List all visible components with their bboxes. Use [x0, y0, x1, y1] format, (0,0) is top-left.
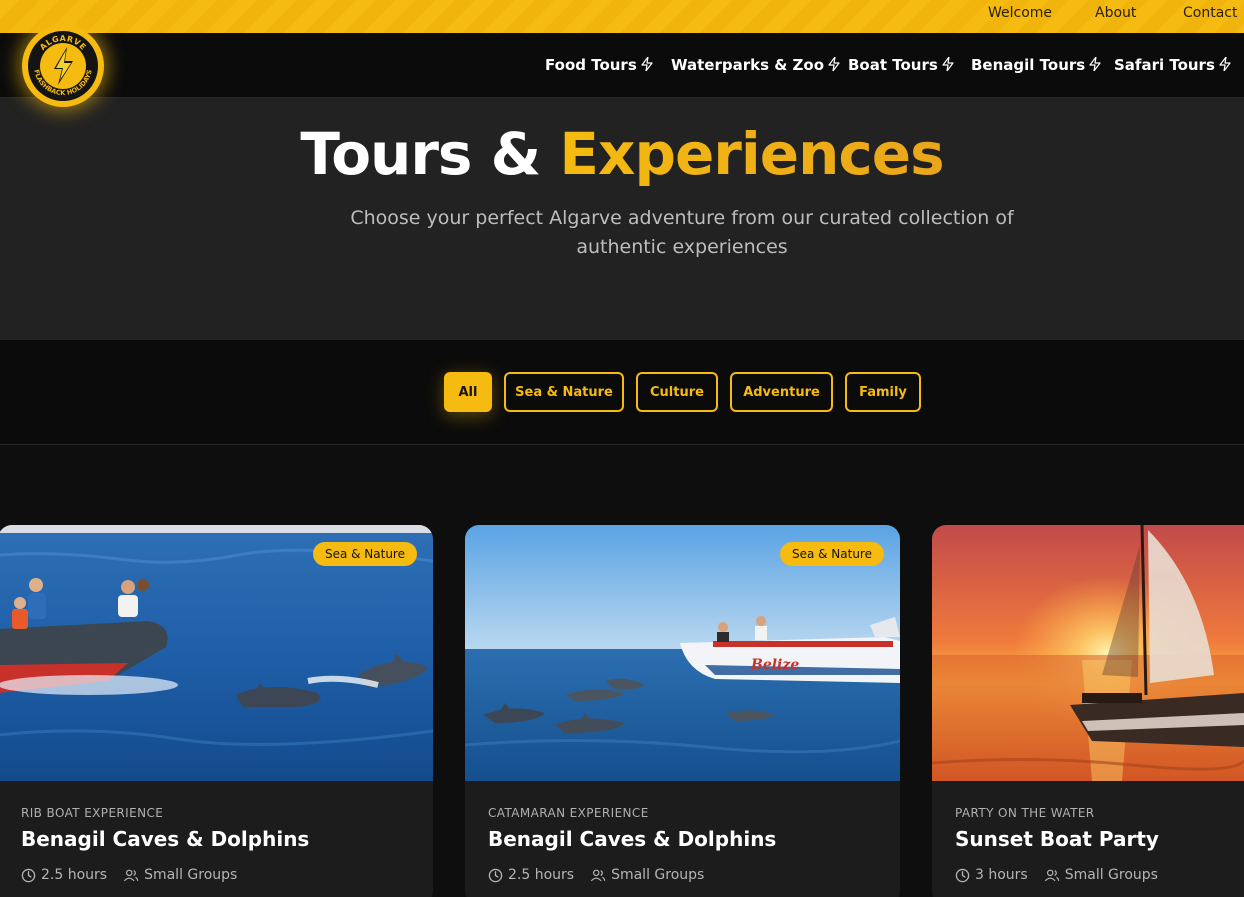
nav-item-label: Benagil Tours — [971, 56, 1086, 74]
top-utility-bar: Welcome About Contact — [0, 0, 1244, 33]
filter-culture-button[interactable]: Culture — [636, 372, 718, 412]
tour-meta: 2.5 hours Small Groups — [488, 867, 720, 883]
category-badge: Sea & Nature — [779, 542, 884, 566]
filter-sea-nature-button[interactable]: Sea & Nature — [504, 372, 624, 412]
nav-item-safari-tours[interactable]: Safari Tours — [1114, 56, 1231, 75]
tour-title: Sunset Boat Party — [955, 827, 1159, 851]
page-title-plain: Tours & — [300, 120, 560, 188]
svg-text:Belize: Belize — [750, 657, 799, 673]
filter-adventure-button[interactable]: Adventure — [730, 372, 833, 412]
tour-kicker: CATAMARAN EXPERIENCE — [488, 806, 649, 820]
group-size: Small Groups — [590, 867, 704, 883]
nav-item-label: Safari Tours — [1114, 56, 1215, 74]
bolt-icon — [942, 56, 954, 75]
bolt-icon — [828, 56, 840, 75]
group-size-text: Small Groups — [611, 867, 705, 883]
bolt-icon — [1219, 56, 1231, 75]
nav-item-label: Boat Tours — [848, 56, 938, 74]
users-icon — [590, 869, 606, 881]
group-size: Small Groups — [1044, 867, 1158, 883]
nav-item-label: Waterparks & Zoo — [671, 56, 825, 74]
tour-kicker: PARTY ON THE WATER — [955, 806, 1095, 820]
filter-family-button[interactable]: Family — [845, 372, 921, 412]
bolt-icon — [1089, 56, 1101, 75]
tour-meta: 3 hours Small Groups — [955, 867, 1174, 883]
welcome-link[interactable]: Welcome — [988, 5, 1052, 21]
tour-kicker: RIB BOAT EXPERIENCE — [21, 806, 164, 820]
duration-text: 3 hours — [975, 867, 1028, 883]
bolt-icon — [641, 56, 653, 75]
clock-icon — [21, 868, 36, 882]
contact-link[interactable]: Contact — [1183, 5, 1237, 21]
tour-card[interactable]: Belize Sea & Nature CATAMARAN EXPERIENCE… — [465, 525, 900, 897]
hero-section: Tours & Experiences Choose your perfect … — [0, 98, 1244, 340]
clock-icon — [488, 868, 503, 882]
nav-item-waterparks-zoo[interactable]: Waterparks & Zoo — [671, 56, 840, 75]
tour-card[interactable]: PARTY ON THE WATER Sunset Boat Party 3 h… — [932, 525, 1244, 897]
about-link[interactable]: About — [1095, 5, 1136, 21]
duration: 3 hours — [955, 867, 1028, 883]
group-size-text: Small Groups — [1064, 867, 1158, 883]
duration-text: 2.5 hours — [508, 867, 575, 883]
filter-all-button[interactable]: All — [444, 372, 492, 412]
tour-title: Benagil Caves & Dolphins — [488, 827, 777, 851]
users-icon — [1044, 869, 1059, 881]
duration-text: 2.5 hours — [41, 867, 108, 883]
category-badge: Sea & Nature — [312, 542, 417, 566]
hero-subtitle: Choose your perfect Algarve adventure fr… — [350, 207, 1014, 258]
tour-meta: 2.5 hours Small Groups — [21, 867, 253, 883]
nav-item-boat-tours[interactable]: Boat Tours — [848, 56, 954, 75]
clock-icon — [955, 868, 970, 882]
nav-item-benagil-tours[interactable]: Benagil Tours — [971, 56, 1101, 75]
users-icon — [123, 869, 139, 881]
nav-item-food-tours[interactable]: Food Tours — [545, 56, 653, 75]
site-logo[interactable]: ALGARVE FLASHBACK HOLIDAYS — [22, 25, 104, 107]
tour-image — [932, 525, 1244, 781]
page-title-highlight: Experiences — [559, 120, 944, 188]
main-nav: Food Tours Waterparks & Zoo Boat Tours B… — [0, 33, 1244, 98]
nav-item-label: Food Tours — [545, 56, 637, 74]
group-size: Small Groups — [123, 867, 237, 883]
tour-title: Benagil Caves & Dolphins — [21, 827, 310, 851]
duration: 2.5 hours — [21, 867, 107, 883]
page-title: Tours & Experiences — [0, 120, 1244, 188]
tour-card[interactable]: Sea & Nature RIB BOAT EXPERIENCE Benagil… — [0, 525, 433, 897]
duration: 2.5 hours — [488, 867, 574, 883]
group-size-text: Small Groups — [144, 867, 238, 883]
filter-bar: All Sea & Nature Culture Adventure Famil… — [0, 340, 1244, 445]
